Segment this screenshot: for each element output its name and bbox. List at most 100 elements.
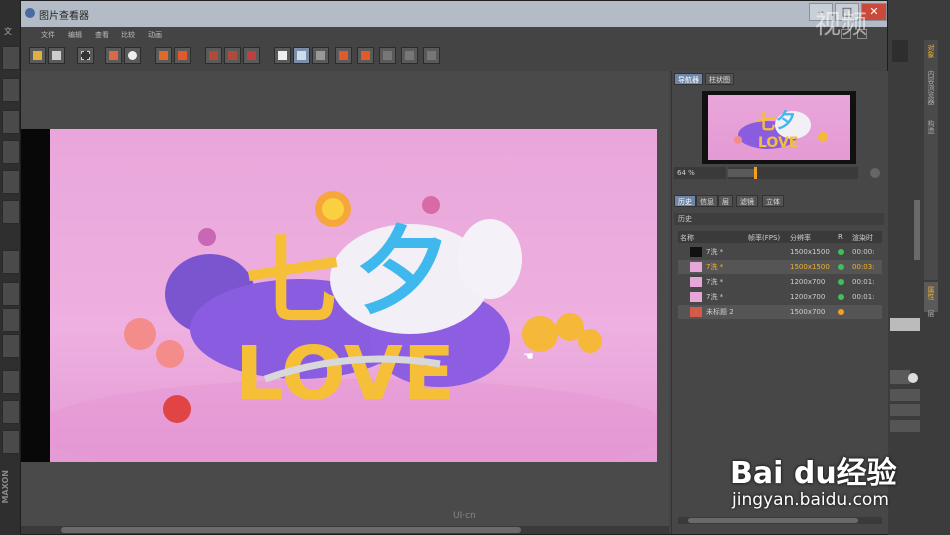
bg-tool-11[interactable] [2, 370, 20, 394]
status-dot-icon [838, 279, 844, 285]
image-canvas[interactable]: 七 夕 LOVE ☚ [21, 71, 669, 526]
bg-tool-1[interactable] [2, 46, 20, 70]
bg-tool-9[interactable] [2, 308, 20, 332]
bg-tool-3[interactable] [2, 110, 20, 134]
channel-3-button[interactable] [423, 47, 440, 64]
compare-button[interactable] [293, 47, 310, 64]
bg-tab-structure[interactable]: 构造 [926, 120, 936, 134]
render-settings-button[interactable] [105, 47, 122, 64]
title-bar[interactable]: 图片查看器 – □ ✕ [21, 1, 887, 27]
hand-cursor-icon: ☚ [523, 349, 534, 363]
bg-field-2[interactable] [890, 370, 910, 384]
col-r[interactable]: R [838, 233, 843, 241]
bg-dropdown-3[interactable] [890, 420, 920, 432]
tab-layers[interactable]: 层 [718, 195, 733, 207]
zoom-slider-handle[interactable] [754, 167, 757, 179]
status-dot-icon [838, 249, 844, 255]
status-dot-icon [838, 294, 844, 300]
open-file-button[interactable] [29, 47, 46, 64]
render-icon [109, 51, 118, 60]
tab-histogram[interactable]: 柱状图 [705, 73, 734, 85]
menu-view[interactable]: 查看 [95, 30, 109, 40]
bg-close-icon[interactable] [892, 40, 908, 62]
channel-2-button[interactable] [401, 47, 418, 64]
view-single-button[interactable] [205, 47, 222, 64]
history-time: 00:01: [852, 293, 875, 301]
history-resolution: 1200x700 [790, 278, 826, 286]
tab-history[interactable]: 历史 [674, 195, 696, 207]
bg-field[interactable] [890, 318, 920, 331]
menu-compare[interactable]: 比较 [121, 30, 135, 40]
history-scroll-thumb[interactable] [688, 518, 858, 523]
history-time: 00:00: [852, 248, 875, 256]
navigator-thumbnail-image: 七 夕 LOVE [708, 95, 850, 160]
bg-tool-5[interactable] [2, 170, 20, 194]
bg-tool-10[interactable] [2, 334, 20, 358]
bg-app-right-panel: 对象 内容浏览器 构造 属性 层 [888, 0, 950, 535]
bg-tab-attributes[interactable]: 属性 [926, 286, 936, 300]
bg-tool-13[interactable] [2, 430, 20, 454]
stack-button[interactable] [174, 47, 191, 64]
top-watermark-logo: 视频 [815, 10, 868, 40]
word-qixi-1: 七 [245, 227, 340, 337]
split-button[interactable] [274, 47, 291, 64]
save-button[interactable] [48, 47, 65, 64]
view-single-icon [209, 51, 218, 60]
zoom-slider[interactable] [728, 167, 858, 179]
view-ab-button[interactable] [243, 47, 260, 64]
set-a-button[interactable] [335, 47, 352, 64]
view-compare-button[interactable] [224, 47, 241, 64]
user-icon [128, 51, 137, 60]
menu-edit[interactable]: 编辑 [68, 30, 82, 40]
set-b-button[interactable] [357, 47, 374, 64]
compare-icon [297, 51, 306, 60]
layer-button[interactable] [155, 47, 172, 64]
col-name[interactable]: 名称 [680, 233, 694, 243]
svg-text:LOVE: LOVE [758, 135, 798, 151]
bg-tool-4[interactable] [2, 140, 20, 164]
zoom-arrow-icon[interactable] [870, 168, 880, 178]
history-thumb-icon [690, 292, 702, 302]
ui-cn-watermark: UI·cn [453, 511, 476, 521]
history-row[interactable]: 未标题 2 1500x700 [678, 305, 882, 319]
user-button[interactable] [124, 47, 141, 64]
canvas-horizontal-scrollbar[interactable] [21, 526, 669, 534]
menu-animation[interactable]: 动画 [148, 30, 162, 40]
history-thumb-icon [690, 277, 702, 287]
bg-tool-2[interactable] [2, 78, 20, 102]
history-row[interactable]: 7洗 * 1500x1500 00:03: [678, 260, 882, 274]
bg-tool-6[interactable] [2, 200, 20, 224]
navigator-thumbnail[interactable]: 七 夕 LOVE [702, 91, 856, 164]
tab-navigator[interactable]: 导航器 [674, 73, 703, 85]
history-row[interactable]: 7洗 * 1200x700 00:01: [678, 290, 882, 304]
history-row[interactable]: 7洗 * 1200x700 00:01: [678, 275, 882, 289]
bg-tab-layers[interactable]: 层 [926, 310, 936, 317]
zoom-value[interactable]: 64 % [674, 167, 726, 179]
app-icon [25, 8, 35, 18]
col-resolution[interactable]: 分辨率 [790, 233, 811, 243]
bg-tab-content-browser[interactable]: 内容浏览器 [926, 70, 936, 105]
bg-tool-7[interactable] [2, 250, 20, 274]
tab-info[interactable]: 信息 [696, 195, 718, 207]
channel-3-icon [427, 51, 436, 60]
bg-knob-icon[interactable] [908, 373, 918, 383]
bg-tab-objects[interactable]: 对象 [926, 44, 936, 58]
history-horizontal-scrollbar[interactable] [678, 517, 882, 524]
folder-icon [33, 51, 42, 60]
film-button[interactable] [77, 47, 94, 64]
ab-button[interactable] [312, 47, 329, 64]
bg-tool-12[interactable] [2, 400, 20, 424]
bg-dropdown-2[interactable] [890, 404, 920, 416]
bg-tool-8[interactable] [2, 282, 20, 306]
canvas-scroll-thumb[interactable] [61, 527, 521, 533]
history-row[interactable]: 7洗 * 1500x1500 00:00: [678, 245, 882, 259]
maxon-logo: MAXON [1, 470, 10, 504]
col-fps[interactable]: 帧率(FPS) [748, 233, 780, 243]
bg-dropdown-1[interactable] [890, 389, 920, 401]
channel-1-button[interactable] [379, 47, 396, 64]
tab-stereo[interactable]: 立体 [762, 195, 784, 207]
tab-filter[interactable]: 滤镜 [736, 195, 758, 207]
menu-file[interactable]: 文件 [41, 30, 55, 40]
col-render-time[interactable]: 渲染时 [852, 233, 873, 243]
bg-scrollbar[interactable] [914, 200, 920, 260]
